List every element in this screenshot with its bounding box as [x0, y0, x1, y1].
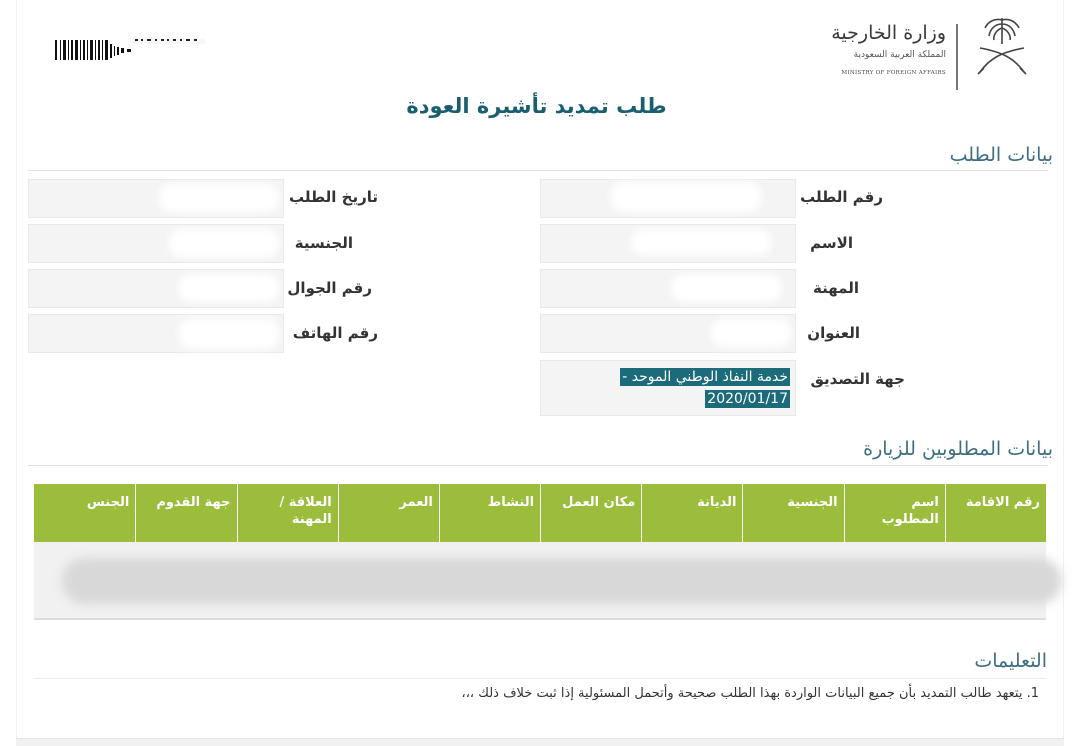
authentication-value: خدمة النفاذ الوطني الموحد - 2020/01/17	[560, 366, 790, 410]
address-label: العنوان	[807, 324, 860, 342]
column-header: مكان العمل	[540, 484, 641, 542]
ministry-name-ar: وزارة الخارجية	[831, 22, 946, 44]
authentication-label: جهة التصديق	[810, 370, 905, 388]
column-header: الجنس	[86, 495, 130, 510]
visitors-table-header: رقم الاقامة اسم المطلوب الجنسية الديانة …	[34, 484, 1046, 542]
section-divider	[34, 678, 1046, 679]
ministry-name-en: MINISTRY OF FOREIGN AFFAIRS	[841, 70, 946, 76]
column-header: الجنسية	[742, 484, 843, 542]
name-label: الاسم	[810, 234, 853, 252]
column-header: اسم المطلوب	[843, 484, 945, 542]
profession-label: المهنة	[813, 279, 859, 297]
column-header: جهة القدوم	[135, 484, 236, 542]
ministry-logo: وزارة الخارجية المملكة العربية السعودية …	[831, 14, 1040, 90]
nationality-field	[28, 224, 284, 263]
request-date-field	[28, 179, 284, 218]
column-header: الديانة	[641, 484, 742, 542]
authentication-value-line2: 2020/01/17	[705, 390, 790, 408]
visitors-section-title: بيانات المطلوبين للزيارة	[863, 438, 1053, 460]
request-section-title: بيانات الطلب	[949, 144, 1053, 166]
mobile-label: رقم الجوال	[287, 279, 372, 297]
phone-field	[28, 314, 284, 353]
logo-divider	[956, 24, 958, 90]
profession-field	[540, 269, 796, 308]
page-bottom-bar	[16, 738, 1064, 746]
column-header: العمر	[337, 484, 439, 542]
country-name-ar: المملكة العربية السعودية	[853, 50, 946, 60]
phone-label: رقم الهاتف	[292, 324, 378, 342]
request-number-label: رقم الطلب	[800, 188, 883, 206]
name-field	[540, 224, 796, 263]
barcode-image	[55, 38, 205, 60]
request-number-field	[540, 179, 796, 218]
mobile-field	[28, 269, 284, 308]
authentication-value-line1: خدمة النفاذ الوطني الموحد -	[620, 368, 790, 386]
section-divider	[28, 465, 1048, 466]
nationality-label: الجنسية	[294, 234, 353, 252]
section-divider	[28, 170, 1048, 171]
column-header: النشاط	[438, 484, 540, 542]
request-date-label: تاريخ الطلب	[289, 188, 378, 206]
instruction-item: 1. يتعهد طالب التمديد بأن جميع البيانات …	[461, 686, 1039, 701]
saudi-emblem-icon	[977, 18, 1027, 75]
instructions-title: التعليمات	[974, 650, 1047, 672]
page-title: طلب تمديد تأشيرة العودة	[406, 94, 667, 118]
address-field	[540, 314, 796, 353]
table-row	[34, 542, 1062, 620]
column-header: العلاقة / المهنة	[236, 484, 338, 542]
redacted-row-content	[62, 558, 1062, 604]
column-header: رقم الاقامة	[944, 484, 1046, 542]
